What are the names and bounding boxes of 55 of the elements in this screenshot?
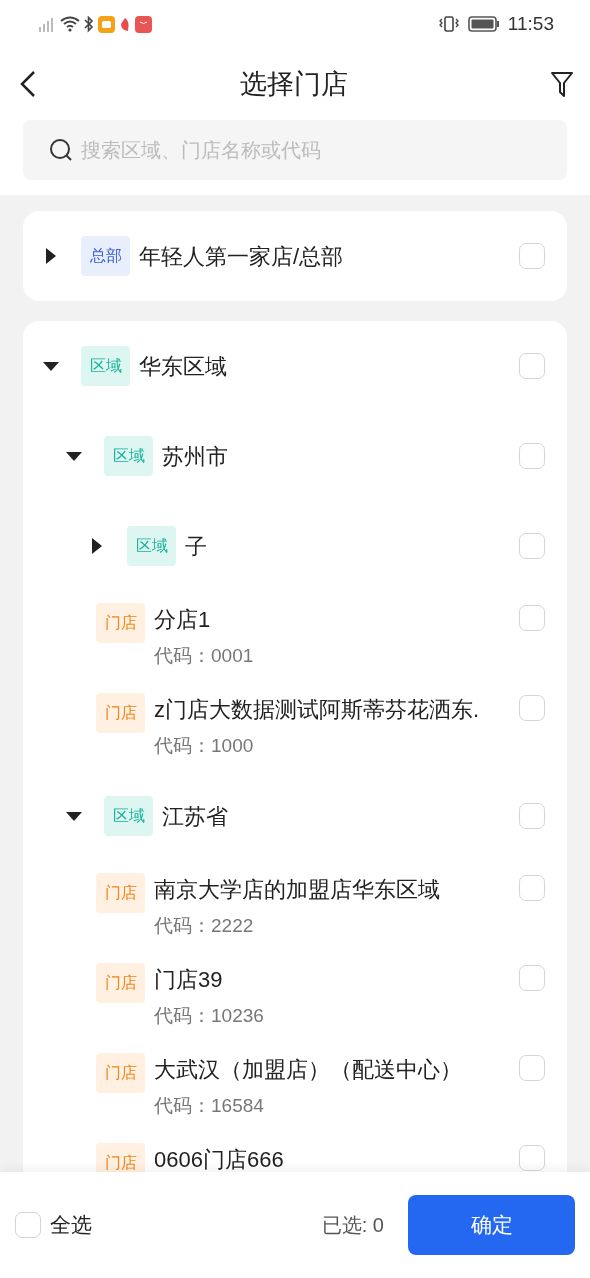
store-tag: 门店 xyxy=(96,693,145,733)
checkbox[interactable] xyxy=(519,353,545,379)
region-tag: 区域 xyxy=(81,346,130,386)
search-field[interactable]: 搜索区域、门店名称或代码 xyxy=(23,120,567,180)
select-all-label[interactable]: 全选 xyxy=(50,1209,92,1241)
checkbox[interactable] xyxy=(519,243,545,269)
store-name[interactable]: 大武汉（加盟店）（配送中心） xyxy=(154,1053,462,1086)
app-icon xyxy=(98,15,115,33)
back-icon[interactable] xyxy=(18,70,38,98)
vibrate-icon xyxy=(437,15,460,33)
store-name[interactable]: 门店39 xyxy=(154,963,264,996)
filter-icon[interactable] xyxy=(550,70,574,98)
region-name[interactable]: 苏州市 xyxy=(162,439,228,473)
store-tag: 门店 xyxy=(96,1143,145,1172)
store-code: 代码：1000 xyxy=(154,734,255,758)
headquarters-name[interactable]: 年轻人第一家店/总部 xyxy=(139,239,344,273)
store-name[interactable]: 南京大学店的加盟店华东区域 xyxy=(154,873,440,906)
store-code: 代码：10236 xyxy=(154,1004,264,1028)
headquarters-tag: 总部 xyxy=(81,236,130,276)
region-name[interactable]: 子 xyxy=(185,529,207,563)
checkbox[interactable] xyxy=(519,875,545,901)
checkbox[interactable] xyxy=(519,695,545,721)
checkbox[interactable] xyxy=(519,605,545,631)
checkbox[interactable] xyxy=(519,1145,545,1171)
store-name[interactable]: z门店大数据测试阿斯蒂芬花洒东. xyxy=(154,693,480,726)
store-code: 代码：0001 xyxy=(154,644,254,668)
page-title: 选择门店 xyxy=(240,67,348,101)
store-name[interactable]: 分店1 xyxy=(154,603,254,636)
app-icon xyxy=(119,15,131,33)
app-icon xyxy=(135,15,152,33)
checkbox[interactable] xyxy=(519,443,545,469)
region-name[interactable]: 华东区域 xyxy=(139,349,227,383)
store-code: 代码：16584 xyxy=(154,1094,265,1118)
checkbox[interactable] xyxy=(519,803,545,829)
store-tag: 门店 xyxy=(96,873,145,913)
confirm-button[interactable]: 确定 xyxy=(408,1195,575,1255)
store-tag: 门店 xyxy=(96,963,145,1003)
selected-count: 已选: 0 xyxy=(321,1213,384,1238)
signal-icon xyxy=(38,15,56,33)
status-time: 11:53 xyxy=(507,11,554,36)
region-tag: 区域 xyxy=(104,436,153,476)
region-tag: 区域 xyxy=(104,796,153,836)
store-tag: 门店 xyxy=(96,1053,145,1093)
store-code: 代码：2222 xyxy=(154,914,255,938)
wifi-icon xyxy=(60,16,80,32)
store-name[interactable]: 0606门店666 xyxy=(154,1143,284,1172)
bluetooth-icon xyxy=(84,15,94,33)
region-name[interactable]: 江苏省 xyxy=(162,799,228,833)
checkbox[interactable] xyxy=(519,533,545,559)
store-tag: 门店 xyxy=(96,603,145,643)
region-tag: 区域 xyxy=(127,526,176,566)
battery-icon xyxy=(467,15,500,33)
checkbox[interactable] xyxy=(519,1055,545,1081)
select-all-checkbox[interactable] xyxy=(15,1212,41,1238)
checkbox[interactable] xyxy=(519,965,545,991)
